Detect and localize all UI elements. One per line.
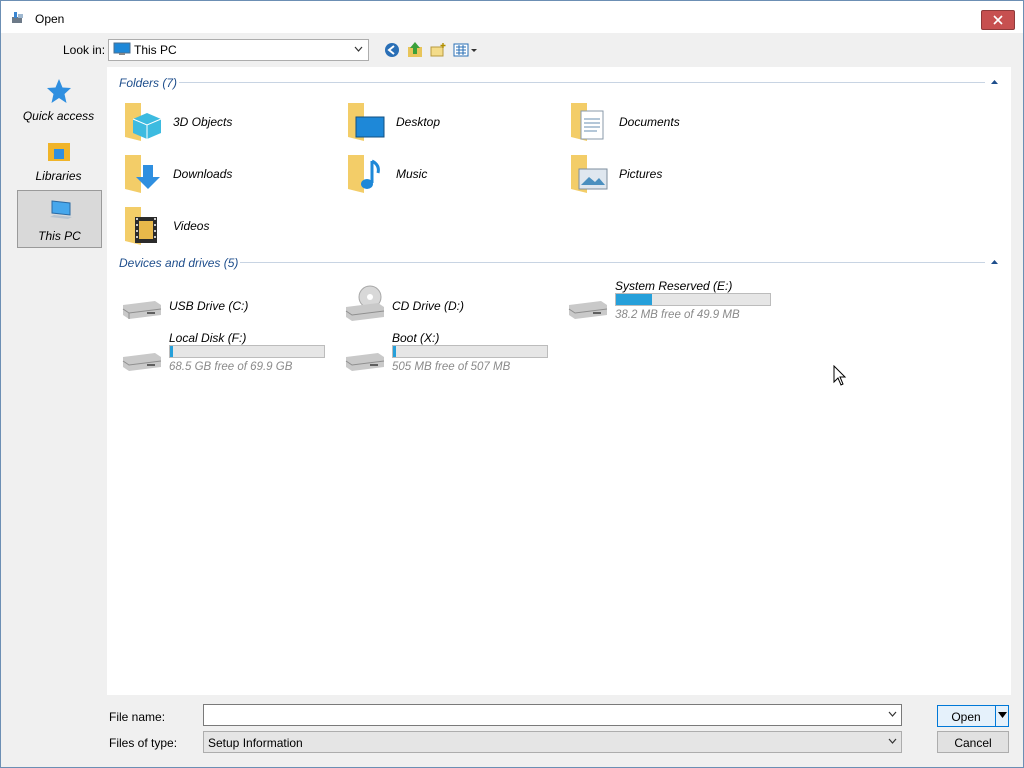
folder-item[interactable]: Videos — [123, 203, 343, 251]
file-name-label: File name: — [109, 710, 166, 724]
usage-bar — [169, 345, 325, 358]
group-divider — [240, 262, 985, 263]
folder-item[interactable]: Desktop — [346, 99, 566, 147]
view-menu-icon[interactable] — [453, 41, 479, 59]
usage-fill — [170, 346, 174, 357]
item-label: Boot (X:) — [392, 331, 440, 345]
group-header-folders[interactable]: Folders (7) — [119, 76, 177, 90]
up-folder-icon[interactable] — [406, 41, 424, 59]
place-libraries[interactable]: Libraries — [17, 131, 100, 187]
close-button[interactable] — [981, 10, 1015, 30]
place-quick-access[interactable]: Quick access — [17, 71, 100, 127]
usage-bar — [392, 345, 548, 358]
file-list-view[interactable]: Folders (7) 3D Objects Desktop Documents… — [107, 67, 1011, 695]
usage-fill — [393, 346, 397, 357]
close-icon — [993, 15, 1003, 25]
chevron-down-icon — [888, 738, 897, 744]
drive-item[interactable]: USB Drive (C:) — [119, 285, 339, 333]
place-label: Libraries — [35, 169, 82, 183]
drive-icon — [345, 353, 385, 371]
item-label: Documents — [619, 115, 680, 129]
item-label: System Reserved (E:) — [615, 279, 733, 293]
drive-item[interactable]: CD Drive (D:) — [342, 285, 562, 333]
free-space-text: 505 MB free of 507 MB — [392, 361, 511, 373]
back-icon[interactable] — [383, 41, 401, 59]
drive-icon — [122, 301, 162, 319]
free-space-text: 38.2 MB free of 49.9 MB — [615, 309, 740, 321]
open-label: Open — [951, 710, 981, 724]
cancel-button[interactable]: Cancel — [937, 731, 1009, 753]
computer-icon — [113, 42, 131, 55]
item-label: Downloads — [173, 167, 233, 181]
cancel-label: Cancel — [954, 736, 992, 750]
folder-item[interactable]: 3D Objects — [123, 99, 343, 147]
group-header-devices[interactable]: Devices and drives (5) — [119, 256, 238, 270]
files-of-type-value: Setup Information — [208, 736, 303, 750]
drive-icon — [122, 353, 162, 371]
free-space-text: 68.5 GB free of 69.9 GB — [169, 361, 293, 373]
desktop-folder-icon — [348, 103, 385, 141]
documents-folder-icon — [571, 103, 604, 141]
folder-item[interactable]: Pictures — [569, 151, 789, 199]
videos-folder-icon — [125, 207, 157, 245]
collapse-icon[interactable] — [990, 79, 999, 85]
folder-item[interactable]: Documents — [569, 99, 789, 147]
downloads-folder-icon — [125, 155, 160, 193]
3d-objects-folder-icon — [125, 103, 162, 141]
pictures-folder-icon — [571, 155, 608, 193]
music-folder-icon — [348, 155, 380, 193]
collapse-icon[interactable] — [990, 259, 999, 265]
place-label: Quick access — [22, 109, 95, 123]
star-icon — [47, 79, 71, 103]
window-title: Open — [35, 12, 65, 26]
dropdown-arrow-icon[interactable] — [998, 712, 1007, 718]
title-bar: Open — [1, 1, 1023, 33]
file-name-input[interactable] — [203, 704, 902, 726]
item-label: USB Drive (C:) — [169, 299, 249, 313]
open-button[interactable]: Open — [937, 705, 1009, 727]
computer-icon — [50, 200, 72, 219]
folder-item[interactable]: Music — [346, 151, 566, 199]
files-of-type-label: Files of type: — [109, 736, 178, 750]
item-label: 3D Objects — [173, 115, 233, 129]
item-label: Music — [396, 167, 428, 181]
mouse-cursor-icon — [833, 365, 847, 386]
open-dialog: Open Look in: This PC Quick access Libra… — [0, 0, 1024, 768]
chevron-down-icon[interactable] — [888, 711, 897, 717]
drive-item[interactable]: Boot (X:) 505 MB free of 507 MB — [342, 329, 562, 377]
drive-item[interactable]: System Reserved (E:) 38.2 MB free of 49.… — [565, 277, 785, 325]
item-label: Videos — [173, 219, 210, 233]
item-label: Desktop — [396, 115, 441, 129]
usage-bar — [615, 293, 771, 306]
drive-icon — [568, 301, 608, 319]
place-this-pc[interactable]: This PC — [17, 190, 102, 248]
files-of-type-select[interactable]: Setup Information — [203, 731, 902, 753]
app-icon — [12, 12, 23, 23]
usage-fill — [616, 294, 653, 305]
look-in-value: This PC — [134, 43, 177, 57]
group-divider — [179, 82, 985, 83]
place-label: This PC — [38, 229, 81, 243]
item-label: CD Drive (D:) — [392, 299, 464, 313]
item-label: Local Disk (F:) — [169, 331, 247, 345]
look-in-label: Look in: — [63, 43, 106, 57]
chevron-down-icon — [354, 46, 363, 52]
libraries-icon — [48, 143, 70, 161]
split-divider — [995, 706, 996, 726]
folder-item[interactable]: Downloads — [123, 151, 343, 199]
item-label: Pictures — [619, 167, 663, 181]
drive-item[interactable]: Local Disk (F:) 68.5 GB free of 69.9 GB — [119, 329, 339, 377]
cd-drive-icon — [345, 285, 385, 321]
look-in-combo[interactable]: This PC — [108, 39, 369, 61]
places-bar: Quick access Libraries This PC — [9, 67, 106, 695]
new-folder-icon[interactable] — [429, 41, 447, 59]
